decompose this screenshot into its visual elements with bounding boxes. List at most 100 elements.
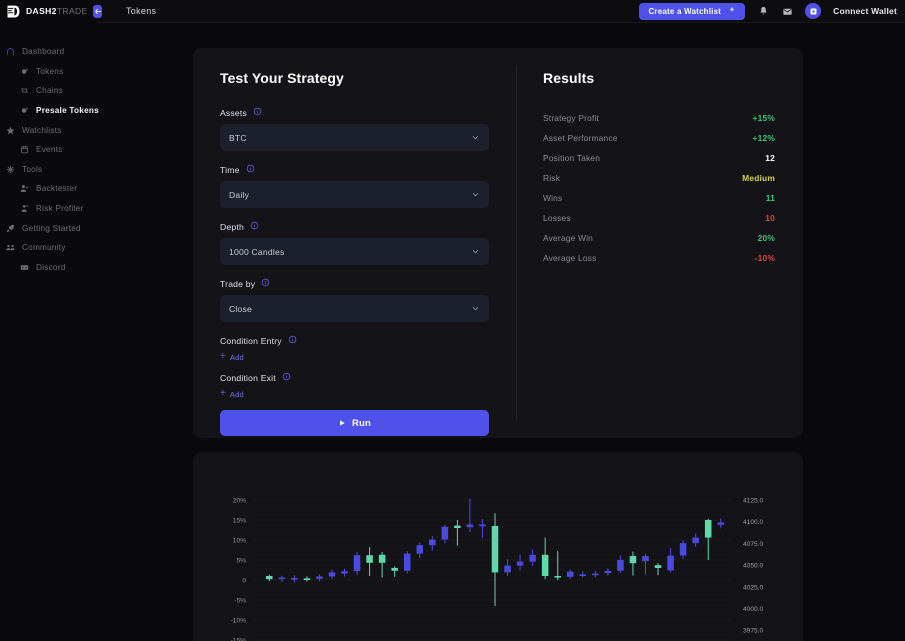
field-label-time: Time: [220, 164, 489, 175]
select-assets[interactable]: BTC: [220, 124, 489, 151]
info-icon[interactable]: [282, 372, 291, 383]
info-icon[interactable]: [250, 221, 259, 232]
sidebar-item-label: Backtester: [36, 184, 78, 194]
svg-text:5%: 5%: [236, 557, 246, 564]
top-bar-actions: Create a Watchlist Connect Wallet: [639, 2, 905, 20]
plus-icon: +: [220, 351, 226, 362]
run-button[interactable]: Run: [220, 410, 489, 436]
create-watchlist-label: Create a Watchlist: [648, 6, 722, 16]
result-key: Position Taken: [543, 153, 601, 163]
discord-icon: [17, 263, 31, 272]
select-depth[interactable]: 1000 Candles: [220, 238, 489, 265]
breadcrumb: Tokens: [126, 6, 157, 16]
result-key: Wins: [543, 193, 563, 203]
result-key: Strategy Profit: [543, 113, 600, 123]
result-value: 20%: [757, 233, 775, 243]
sidebar-item-label: Tools: [22, 164, 43, 174]
sidebar-item-label: Events: [36, 145, 63, 155]
create-watchlist-button[interactable]: Create a Watchlist: [639, 2, 746, 20]
dash2-logo-icon: [6, 4, 21, 19]
info-icon[interactable]: [288, 335, 297, 346]
info-icon[interactable]: [246, 164, 255, 175]
condition-entry-add-label: Add: [229, 352, 244, 362]
svg-text:4050.0: 4050.0: [743, 563, 764, 570]
sidebar-item-getting-started[interactable]: Getting Started: [0, 218, 97, 238]
condition-exit-add-button[interactable]: + Add: [220, 389, 489, 399]
svg-text:15%: 15%: [233, 517, 246, 524]
svg-text:4000.0: 4000.0: [743, 606, 764, 613]
sidebar-item-risk-profiler[interactable]: Risk Profiler: [0, 199, 97, 219]
result-key: Losses: [543, 213, 571, 223]
token-icon: [17, 67, 31, 76]
info-icon[interactable]: [253, 107, 262, 118]
chart-panel: 20% 15% 10% 5% 0 -5% -10% -15% 4125.0 4100.0 4075.…: [193, 452, 803, 641]
brand-logo[interactable]: DASH2TRADE: [0, 0, 102, 23]
field-assets: Assets BTC: [220, 107, 489, 151]
condition-entry-add-button[interactable]: + Add: [220, 352, 489, 362]
strategy-panel: Test Your Strategy Assets BTC Time Daily Dep…: [193, 48, 803, 438]
sidebar-item-watchlists[interactable]: Watchlists: [0, 120, 97, 140]
sidebar-collapse-icon[interactable]: [92, 4, 102, 18]
sidebar-item-events[interactable]: Events: [0, 140, 97, 160]
brand-name: DASH2TRADE: [26, 6, 88, 16]
sidebar-item-label: Discord: [36, 262, 66, 272]
field-label-text: Depth: [220, 221, 244, 232]
tools-icon: [3, 165, 17, 174]
sidebar-item-label: Dashboard: [22, 47, 65, 57]
svg-text:10%: 10%: [233, 537, 246, 544]
select-value: Daily: [229, 189, 250, 200]
sidebar-item-tokens[interactable]: Tokens: [0, 62, 97, 82]
sidebar-item-chains[interactable]: Chains: [0, 81, 97, 101]
star-icon: [3, 126, 17, 135]
strategy-title: Test Your Strategy: [220, 70, 344, 86]
field-depth: Depth 1000 Candles: [220, 221, 489, 265]
svg-text:4100.0: 4100.0: [743, 519, 764, 526]
field-label-text: Trade by: [220, 278, 256, 289]
candlestick-chart[interactable]: 20% 15% 10% 5% 0 -5% -10% -15% 4125.0 4100.0 4075.…: [193, 452, 803, 641]
rocket-icon: [3, 224, 17, 233]
result-value: +12%: [752, 133, 775, 143]
chevron-down-icon: [471, 243, 480, 261]
condition-entry-row: Condition Entry + Add: [220, 335, 489, 362]
field-label-depth: Depth: [220, 221, 489, 232]
sidebar-item-discord[interactable]: Discord: [0, 258, 97, 278]
result-row: Position Taken 12: [543, 148, 775, 168]
sidebar-item-backtester[interactable]: Backtester: [0, 179, 97, 199]
bell-icon[interactable]: [757, 5, 769, 17]
sidebar-item-community[interactable]: Community: [0, 238, 97, 258]
sidebar-item-label: Chains: [36, 86, 63, 96]
svg-text:4075.0: 4075.0: [743, 541, 764, 548]
app-root: DASH2TRADE Tokens Create a Watchlist Con…: [0, 0, 905, 641]
sidebar-item-presale-tokens[interactable]: Presale Tokens: [0, 101, 99, 121]
run-button-label: Run: [351, 417, 372, 429]
mail-icon[interactable]: [781, 5, 793, 17]
svg-text:-15%: -15%: [231, 637, 247, 641]
result-key: Average Loss: [543, 253, 597, 263]
sidebar-item-dashboard[interactable]: Dashboard: [0, 42, 97, 62]
sparkle-icon: [728, 6, 736, 16]
select-trade-by[interactable]: Close: [220, 295, 489, 322]
result-key: Asset Performance: [543, 133, 618, 143]
play-icon: [338, 414, 346, 432]
home-icon: [3, 47, 17, 56]
sidebar: Dashboard Tokens Chains Presale Tokens Watch…: [0, 23, 99, 641]
calendar-icon: [17, 145, 31, 154]
chains-icon: [17, 86, 31, 95]
field-label-assets: Assets: [220, 107, 489, 118]
result-row: Average Win 20%: [543, 228, 775, 248]
result-value: -10%: [754, 253, 775, 263]
info-icon[interactable]: [261, 278, 270, 289]
field-trade-by: Trade by Close: [220, 278, 489, 322]
sidebar-item-label: Presale Tokens: [36, 106, 99, 116]
sidebar-item-label: Watchlists: [22, 125, 62, 135]
user-avatar-icon[interactable]: [805, 3, 822, 19]
strategy-form: Test Your Strategy Assets BTC Time Daily Dep…: [220, 70, 489, 436]
sidebar-item-label: Risk Profiler: [36, 204, 84, 214]
user-check-icon: [17, 184, 31, 193]
result-key: Risk: [543, 173, 561, 183]
connect-wallet-button[interactable]: Connect Wallet: [833, 6, 897, 16]
svg-text:0: 0: [242, 577, 246, 584]
select-time[interactable]: Daily: [220, 181, 489, 208]
result-value: 12: [765, 153, 775, 163]
sidebar-item-tools[interactable]: Tools: [0, 160, 97, 180]
